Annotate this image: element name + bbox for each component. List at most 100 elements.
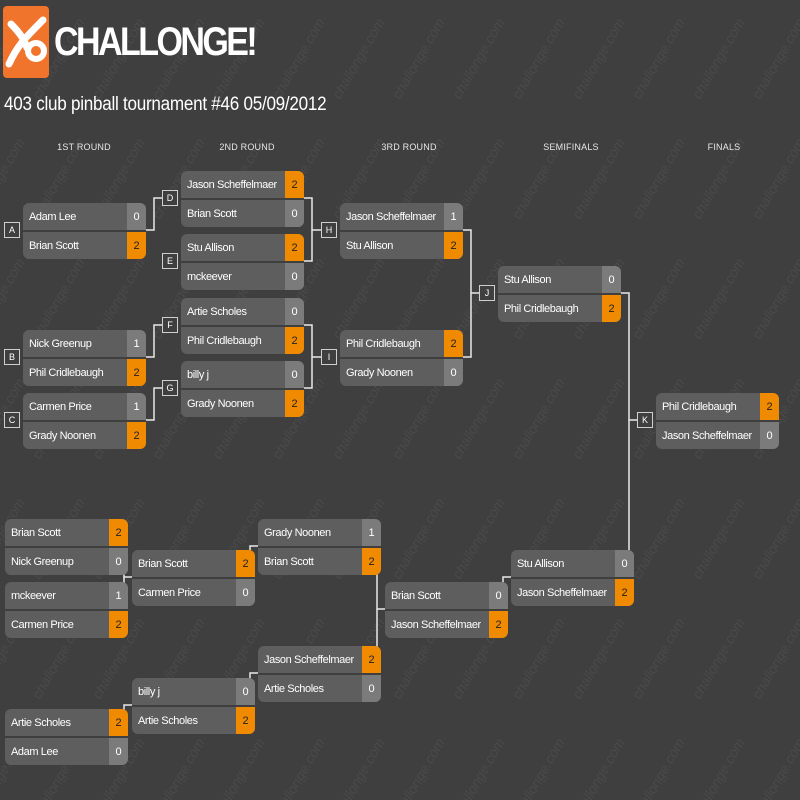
participant-row[interactable]: Brian Scott 2 [23, 232, 146, 259]
participant-row[interactable]: Artie Scholes 0 [258, 675, 381, 702]
participant-row[interactable]: Jason Scheffelmaer 2 [181, 171, 304, 200]
challonge-logo-icon[interactable] [3, 6, 49, 78]
watermark-text: challonge.com [629, 255, 688, 341]
losers-match[interactable]: Stu Allison 0 Jason Scheffelmaer 2 [511, 550, 634, 606]
participant-score: 2 [444, 232, 463, 259]
losers-match[interactable]: mckeever 1 Carmen Price 2 [5, 582, 128, 638]
watermark-text: challonge.com [89, 255, 148, 341]
watermark-text: challonge.com [149, 735, 208, 800]
winners-match[interactable]: Phil Cridlebaugh 2 Grady Noonen 0 [340, 330, 463, 386]
watermark-text: challonge.com [449, 495, 508, 581]
match-identifier-label: A [4, 222, 20, 238]
participant-row[interactable]: Phil Cridlebaugh 2 [340, 330, 463, 359]
winners-match[interactable]: Jason Scheffelmaer 1 Stu Allison 2 [340, 203, 463, 259]
losers-match[interactable]: Brian Scott 2 Nick Greenup 0 [5, 519, 128, 575]
participant-row[interactable]: Grady Noonen 1 [258, 519, 381, 548]
losers-match[interactable]: Grady Noonen 1 Brian Scott 2 [258, 519, 381, 575]
winners-match[interactable]: Phil Cridlebaugh 2 Jason Scheffelmaer 0 [656, 393, 779, 449]
winners-match[interactable]: billy j 0 Grady Noonen 2 [181, 361, 304, 417]
losers-match[interactable]: Jason Scheffelmaer 2 Artie Scholes 0 [258, 646, 381, 702]
match-identifier-label: J [479, 285, 495, 301]
participant-row[interactable]: Artie Scholes 2 [132, 707, 255, 734]
participant-score: 2 [109, 519, 128, 546]
participant-row[interactable]: Carmen Price 2 [5, 611, 128, 638]
participant-score: 2 [362, 548, 381, 575]
participant-row[interactable]: Nick Greenup 0 [5, 548, 128, 575]
losers-match[interactable]: Brian Scott 2 Carmen Price 0 [132, 550, 255, 606]
participant-name: Jason Scheffelmaer [391, 618, 481, 631]
logo-wordmark[interactable]: CHALLONGE! [54, 18, 258, 66]
participant-row[interactable]: Jason Scheffelmaer 2 [385, 611, 508, 638]
participant-row[interactable]: Phil Cridlebaugh 2 [181, 327, 304, 354]
participant-row[interactable]: mckeever 0 [181, 263, 304, 290]
participant-row[interactable]: Grady Noonen 0 [340, 359, 463, 386]
participant-score: 0 [236, 678, 255, 705]
participant-row[interactable]: billy j 0 [132, 678, 255, 707]
participant-row[interactable]: Brian Scott 2 [132, 550, 255, 579]
participant-row[interactable]: Brian Scott 0 [181, 200, 304, 227]
participant-row[interactable]: Brian Scott 2 [258, 548, 381, 575]
winners-match[interactable]: Artie Scholes 0 Phil Cridlebaugh 2 [181, 298, 304, 354]
participant-score: 0 [285, 361, 304, 388]
participant-row[interactable]: mckeever 1 [5, 582, 128, 611]
participant-row[interactable]: Jason Scheffelmaer 2 [511, 579, 634, 606]
participant-row[interactable]: billy j 0 [181, 361, 304, 390]
participant-row[interactable]: Adam Lee 0 [23, 203, 146, 232]
participant-name: Brian Scott [264, 555, 314, 568]
participant-row[interactable]: Jason Scheffelmaer 0 [656, 422, 779, 449]
participant-score: 2 [285, 327, 304, 354]
winners-match[interactable]: Carmen Price 1 Grady Noonen 2 [23, 393, 146, 449]
round-label-finals: FINALS [707, 142, 741, 152]
winners-match[interactable]: Jason Scheffelmaer 2 Brian Scott 0 [181, 171, 304, 227]
participant-row[interactable]: Stu Allison 0 [511, 550, 634, 579]
participant-row[interactable]: Brian Scott 2 [5, 519, 128, 548]
participant-row[interactable]: Phil Cridlebaugh 2 [498, 295, 621, 322]
participant-row[interactable]: Nick Greenup 1 [23, 330, 146, 359]
participant-name: Artie Scholes [264, 682, 324, 695]
participant-row[interactable]: Carmen Price 1 [23, 393, 146, 422]
watermark-text: challonge.com [749, 615, 800, 701]
participant-row[interactable]: Artie Scholes 2 [5, 709, 128, 738]
winners-match[interactable]: Adam Lee 0 Brian Scott 2 [23, 203, 146, 259]
participant-row[interactable]: Grady Noonen 2 [181, 390, 304, 417]
participant-name: Phil Cridlebaugh [29, 366, 104, 379]
participant-score: 0 [760, 422, 779, 449]
losers-match[interactable]: Brian Scott 0 Jason Scheffelmaer 2 [385, 582, 508, 638]
losers-match[interactable]: billy j 0 Artie Scholes 2 [132, 678, 255, 734]
watermark-text: challonge.com [329, 735, 388, 800]
match-identifier-label: F [162, 317, 178, 333]
participant-name: Brian Scott [391, 589, 441, 602]
watermark-text: challonge.com [689, 615, 748, 701]
participant-row[interactable]: Phil Cridlebaugh 2 [23, 359, 146, 386]
winners-match[interactable]: Stu Allison 0 Phil Cridlebaugh 2 [498, 266, 621, 322]
participant-name: Carmen Price [29, 400, 92, 413]
participant-row[interactable]: Stu Allison 2 [181, 234, 304, 263]
participant-row[interactable]: Adam Lee 0 [5, 738, 128, 765]
participant-score: 0 [236, 579, 255, 606]
participant-score: 2 [362, 646, 381, 673]
tournament-title: 403 club pinball tournament #46 05/09/20… [4, 94, 327, 115]
participant-row[interactable]: Brian Scott 0 [385, 582, 508, 611]
watermark-text: challonge.com [749, 495, 800, 581]
watermark-text: challonge.com [449, 735, 508, 800]
participant-score: 2 [236, 550, 255, 577]
participant-score: 1 [362, 519, 381, 546]
participant-row[interactable]: Carmen Price 0 [132, 579, 255, 606]
participant-name: Grady Noonen [264, 526, 331, 539]
participant-score: 2 [127, 359, 146, 386]
participant-row[interactable]: Jason Scheffelmaer 2 [258, 646, 381, 675]
watermark-text: challonge.com [389, 495, 448, 581]
participant-row[interactable]: Phil Cridlebaugh 2 [656, 393, 779, 422]
winners-match[interactable]: Stu Allison 2 mckeever 0 [181, 234, 304, 290]
watermark-text: challonge.com [509, 375, 568, 461]
winners-match[interactable]: Nick Greenup 1 Phil Cridlebaugh 2 [23, 330, 146, 386]
participant-row[interactable]: Jason Scheffelmaer 1 [340, 203, 463, 232]
participant-row[interactable]: Stu Allison 0 [498, 266, 621, 295]
participant-row[interactable]: Grady Noonen 2 [23, 422, 146, 449]
participant-name: Nick Greenup [29, 337, 92, 350]
losers-match[interactable]: Artie Scholes 2 Adam Lee 0 [5, 709, 128, 765]
participant-row[interactable]: Stu Allison 2 [340, 232, 463, 259]
participant-name: Stu Allison [517, 557, 564, 570]
participant-row[interactable]: Artie Scholes 0 [181, 298, 304, 327]
participant-name: Jason Scheffelmaer [517, 586, 607, 599]
